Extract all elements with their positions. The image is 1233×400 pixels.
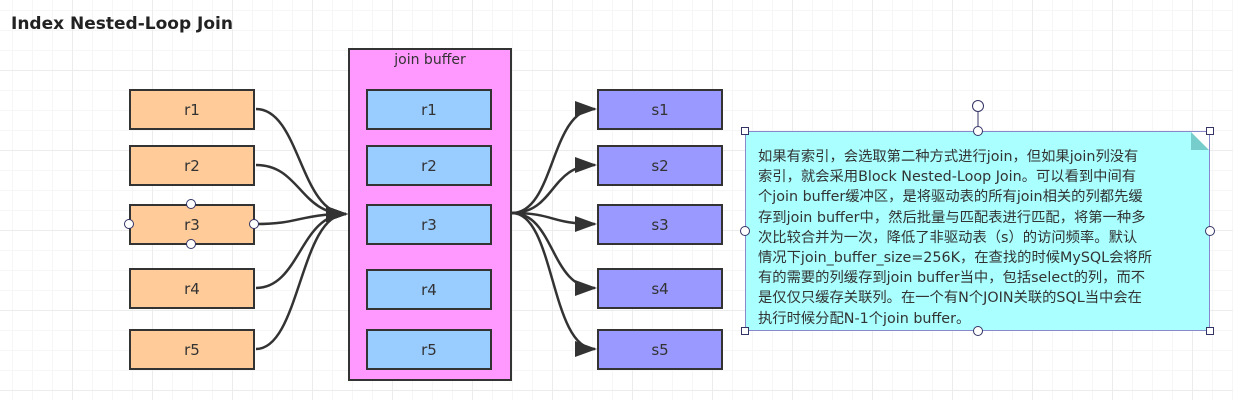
- buffer-row-r2[interactable]: r2: [366, 145, 492, 186]
- note-box[interactable]: 如果有索引，会选取第二种方式进行join，但如果join列没有 索引，就会采用B…: [745, 131, 1210, 331]
- edge-right-5: [511, 211, 597, 357]
- note-line: 次比较合并为一次，降低了非驱动表（s）的访问频率。默认: [758, 229, 1138, 246]
- buffer-row-r5[interactable]: r5: [366, 329, 492, 370]
- right-row-s4[interactable]: s4: [597, 268, 723, 309]
- rotate-handle[interactable]: [972, 100, 984, 112]
- selection-handle[interactable]: [249, 219, 259, 229]
- join-buffer-label: join buffer: [394, 52, 466, 68]
- buffer-row-r3[interactable]: r3: [366, 204, 492, 245]
- note-line: 有的需要的列缓存到join buffer当中，包括select的列，而不: [758, 270, 1146, 287]
- resize-handle[interactable]: [741, 327, 749, 335]
- left-row-r1[interactable]: r1: [129, 89, 255, 130]
- selection-handle[interactable]: [186, 199, 196, 209]
- note-text: 如果有索引，会选取第二种方式进行join，但如果join列没有 索引，就会采用B…: [758, 147, 1152, 329]
- selection-handle[interactable]: [186, 239, 196, 249]
- note-line: 个join buffer缓冲区，是将驱动表的所有join相关的列都先缓: [758, 189, 1143, 206]
- right-row-s3[interactable]: s3: [597, 204, 723, 245]
- left-row-r4[interactable]: r4: [129, 268, 255, 309]
- edge-right-1: [511, 101, 597, 215]
- left-row-r5[interactable]: r5: [129, 329, 255, 370]
- right-row-s2[interactable]: s2: [597, 145, 723, 186]
- selection-handle[interactable]: [973, 326, 983, 336]
- edge-right-2: [511, 157, 597, 215]
- note-line: 是仅仅只缓存关联列。在一个有N个JOIN关联的SQL当中会在: [758, 290, 1142, 307]
- left-row-r2[interactable]: r2: [129, 145, 255, 186]
- resize-handle[interactable]: [741, 127, 749, 135]
- selection-handle[interactable]: [124, 219, 134, 229]
- right-row-s5[interactable]: s5: [597, 329, 723, 370]
- resize-handle[interactable]: [1206, 327, 1214, 335]
- selection-handle[interactable]: [740, 226, 750, 236]
- note-line: 执行时候分配N-1个join buffer。: [758, 310, 971, 327]
- resize-handle[interactable]: [1206, 127, 1214, 135]
- selection-handle[interactable]: [1205, 226, 1215, 236]
- right-row-s1[interactable]: s1: [597, 89, 723, 130]
- buffer-row-r1[interactable]: r1: [366, 89, 492, 130]
- selection-handle[interactable]: [973, 126, 983, 136]
- note-line: 情况下join_buffer_size=256K，在查找的时候MySQL会将所: [758, 250, 1153, 267]
- edge-left-1: [255, 107, 348, 222]
- edge-left-5: [255, 206, 348, 351]
- note-line: 存到join buffer中，然后批量与匹配表进行匹配，将第一种多: [758, 209, 1146, 226]
- note-line: 索引，就会采用Block Nested-Loop Join。可以看到中间有: [758, 169, 1137, 186]
- edge-left-2: [255, 163, 348, 222]
- buffer-row-r4[interactable]: r4: [366, 269, 492, 310]
- note-line: 如果有索引，会选取第二种方式进行join，但如果join列没有: [758, 149, 1139, 165]
